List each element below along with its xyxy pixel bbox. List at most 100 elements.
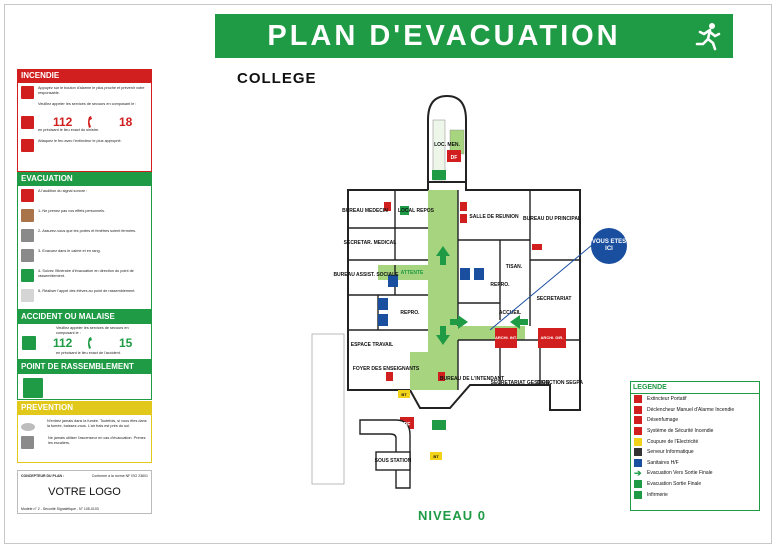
legend-item: Coupure de l'Electricité xyxy=(631,436,759,447)
legend-label: Evacuation Sortie Finale xyxy=(647,481,702,488)
legend-item: Désenfumage xyxy=(631,415,759,426)
room-label: BUREAU ASSIST. SOCIALE xyxy=(333,272,399,278)
room-label: ESPACE TRAVAIL xyxy=(351,342,394,348)
accident-text: Veuillez appeler les services de secours… xyxy=(56,326,129,335)
evac-text: 3- Evacuez dans le calme et en rang. xyxy=(38,249,101,253)
alarm-button-icon xyxy=(634,405,642,414)
exit-icon xyxy=(432,170,446,180)
extinguisher-icon xyxy=(634,395,642,404)
incendie-item: Attaquez le feu avec l'extincteur le plu… xyxy=(21,138,148,152)
evac-step: 5- Réaliser l'appel des élèves au point … xyxy=(21,289,148,302)
evac-text: 2- Assurez-vous que les portes et fenêtr… xyxy=(38,229,137,233)
extinguisher-icon xyxy=(21,138,34,152)
incendie-header: INCENDIE xyxy=(18,70,151,83)
model-footer: Modèle n° 2 - Sécurité Signalétique - N°… xyxy=(21,507,99,511)
smoke-vent-icon xyxy=(634,416,642,425)
legend-panel: LEGENDE Extincteur Portatif Déclencheur … xyxy=(630,381,760,511)
room-label: DIRECTION SEGPA xyxy=(537,380,583,386)
assembly-point-icon xyxy=(23,378,43,398)
legend-label: Evacuation Vers Sortie Finale xyxy=(647,470,713,477)
first-aid-icon xyxy=(634,490,642,499)
incendie-text: Veuillez appeler les services de secours… xyxy=(38,102,137,106)
evac-text: 4- Suivez l'itinéraire d'évacuation en d… xyxy=(38,269,134,278)
samu-number: 15 xyxy=(119,336,133,351)
legend-item: Système de Sécurité Incendie xyxy=(631,426,759,437)
evac-step: 3- Evacuez dans le calme et en rang. xyxy=(21,249,148,262)
level-label: NIVEAU 0 xyxy=(418,508,486,523)
legend-item: Evacuation Sortie Finale xyxy=(631,479,759,490)
room-label: FOYER DES ENSEIGNANTS xyxy=(353,366,420,372)
ssi-icon xyxy=(634,427,642,436)
accident-header: ACCIDENT OU MALAISE xyxy=(18,311,151,324)
logo-box: CONCEPTEUR DU PLAN : Conforme à la norme… xyxy=(17,470,152,514)
incendie-text: Attaquez le feu avec l'extincteur le plu… xyxy=(38,138,122,143)
incendie-item: Appuyez sur le bouton d'alarme le plus p… xyxy=(21,86,148,99)
exit-icon xyxy=(634,480,642,489)
legend-label: Système de Sécurité Incendie xyxy=(647,428,714,435)
evac-text: A l'audition du signal sonore : xyxy=(38,189,88,193)
accident-panel: ACCIDENT OU MALAISE Veuillez appeler les… xyxy=(17,310,152,360)
phone-icon xyxy=(88,337,92,350)
room-label: BUREAU MEDECIN xyxy=(342,208,388,214)
evac-text: 1- Ne prenez pas vos effets personnels. xyxy=(38,209,106,213)
evacuation-header: EVACUATION xyxy=(18,173,151,186)
running-man-icon xyxy=(695,23,721,51)
room-label: SECRETAR. MEDICAL xyxy=(344,240,397,246)
emergency-number: 112 xyxy=(53,115,73,129)
legend-item: Déclencheur Manuel d'Alarme Incendie xyxy=(631,405,759,416)
room-label: LOCAL REPOS xyxy=(398,208,435,214)
prevention-header: PREVENTION xyxy=(18,402,151,415)
evac-step: 4- Suivez l'itinéraire d'évacuation en d… xyxy=(21,269,148,282)
concepteur-label: CONCEPTEUR DU PLAN : xyxy=(21,474,65,478)
alarm-button-icon xyxy=(21,86,34,99)
rassemblement-panel: POINT DE RASSEMBLEMENT xyxy=(17,360,152,400)
room-label: LOC. MEN. xyxy=(434,142,460,148)
df-label: DF xyxy=(404,422,411,428)
title-bar: PLAN D'EVACUATION xyxy=(215,14,733,58)
logo-placeholder: VOTRE LOGO xyxy=(48,486,121,498)
phone-icon xyxy=(88,116,92,128)
bt-label: BT xyxy=(433,454,439,459)
smoke-icon xyxy=(21,423,35,431)
prevention-text: Ne jamais utiliser l'ascenseur en cas d'… xyxy=(48,436,146,445)
legend-item: ➔ Evacuation Vers Sortie Finale xyxy=(631,468,759,479)
legend-item: Sanitaires H/F xyxy=(631,458,759,469)
exit-icon xyxy=(21,269,34,282)
legend-label: Infirmerie xyxy=(647,491,668,498)
evac-step: A l'audition du signal sonore : xyxy=(21,189,148,202)
incendie-text: Appuyez sur le bouton d'alarme le plus p… xyxy=(38,86,145,95)
checklist-icon xyxy=(21,289,34,302)
evac-text: 5- Réaliser l'appel des élèves au point … xyxy=(38,289,136,293)
df-label: DF xyxy=(451,155,458,161)
first-aid-icon xyxy=(22,336,36,351)
exit-icon xyxy=(432,420,446,430)
toilets-icon xyxy=(634,458,642,467)
room-label: ARCHI. DIR. xyxy=(541,335,564,340)
accident-text: en précisant le lieu exact de l'accident… xyxy=(56,351,121,356)
bt-label: BT xyxy=(401,392,407,397)
legend-item: Infirmerie xyxy=(631,489,759,500)
room-label: SOUS STATION xyxy=(375,458,412,464)
legend-label: Déclencheur Manuel d'Alarme Incendie xyxy=(647,406,735,413)
power-cut-icon xyxy=(634,437,642,446)
room-label: TISAN. xyxy=(506,264,523,270)
emergency-number: 112 xyxy=(53,336,73,351)
arrow-icon: ➔ xyxy=(634,468,642,479)
legend-item: Extincteur Portatif xyxy=(631,394,759,405)
rassemblement-header: POINT DE RASSEMBLEMENT xyxy=(18,361,151,374)
prevention-item: Ne jamais utiliser l'ascenseur en cas d'… xyxy=(21,436,148,449)
page-title: PLAN D'EVACUATION xyxy=(267,20,621,52)
people-walking-icon xyxy=(21,249,34,262)
outdoor-ramp xyxy=(311,333,345,485)
legend-title: LEGENDE xyxy=(631,382,759,394)
norme-label: Conforme à la norme NF ISO 23601 xyxy=(91,474,148,478)
incendie-numbers: 112 18 xyxy=(18,115,151,131)
siren-icon xyxy=(21,189,34,202)
legend-item: Serveur Informatique xyxy=(631,447,759,458)
room-label: ATTENTE xyxy=(401,270,424,276)
evacuation-panel: EVACUATION A l'audition du signal sonore… xyxy=(17,172,152,310)
server-icon xyxy=(634,448,642,457)
elevator-icon xyxy=(21,436,34,449)
incendie-item: Veuillez appeler les services de secours… xyxy=(21,102,148,115)
room-label: REPRO. xyxy=(490,282,510,288)
